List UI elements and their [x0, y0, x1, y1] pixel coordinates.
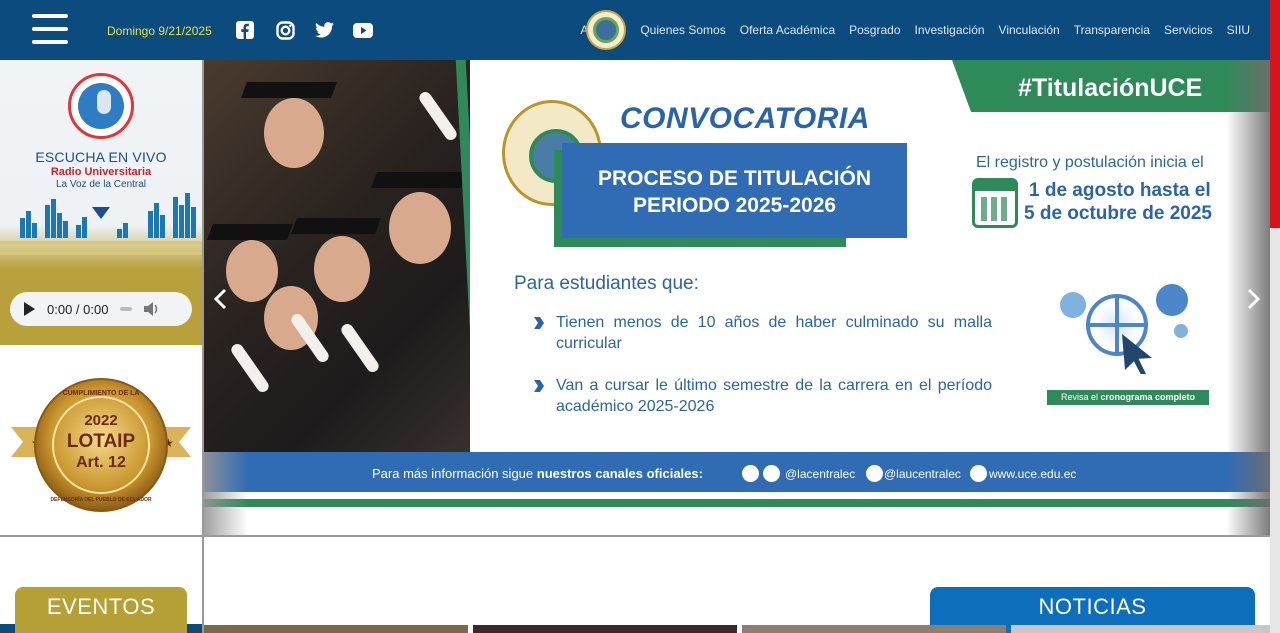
current-date: Domingo 9/21/2025 — [107, 24, 212, 38]
radio-universitaria-widget: ESCUCHA EN VIVO Radio Universitaria La V… — [0, 60, 202, 345]
news-thumbnail[interactable] — [742, 625, 1006, 633]
facebook-icon[interactable] — [235, 20, 255, 40]
nav-quienes-somos[interactable]: Quienes Somos — [640, 23, 725, 37]
x-icon — [763, 465, 780, 482]
carousel-next-chevron-icon[interactable] — [1244, 284, 1264, 314]
twitter-icon[interactable] — [314, 20, 334, 40]
calendar-icon — [972, 178, 1018, 228]
news-thumbnail[interactable] — [1011, 625, 1270, 633]
instagram-icon[interactable] — [275, 20, 295, 40]
scrollbar-thumb[interactable] — [1270, 0, 1280, 228]
lotaip-badge-panel: ★ ★ 2022 LOTAIP Art. 12 CUMPLIMIENTO DE … — [0, 345, 202, 536]
page-scrollbar[interactable] — [1270, 0, 1280, 633]
eventos-tab[interactable]: EVENTOS — [15, 587, 187, 633]
globe-cursor-illustration — [1056, 284, 1196, 384]
slide-hashtag: #TitulaciónUCE — [1018, 74, 1203, 102]
web-icon — [970, 465, 987, 482]
play-icon[interactable] — [24, 302, 35, 316]
uce-seal-icon — [586, 10, 627, 50]
globe-icon — [1086, 294, 1148, 356]
slide-title: CONVOCATORIA — [620, 102, 870, 135]
section-divider — [0, 535, 1270, 537]
nav-posgrado[interactable]: Posgrado — [849, 23, 900, 37]
volume-icon[interactable] — [144, 302, 160, 316]
process-line-1: PROCESO DE TITULACIÓN — [597, 167, 871, 190]
handle-instagram: @laucentralec — [884, 467, 961, 481]
lotaip-badge-icon[interactable]: ★ ★ 2022 LOTAIP Art. 12 CUMPLIMIENTO DE … — [11, 375, 191, 515]
date-line-2: 5 de octubre de 2025 — [1024, 203, 1212, 224]
news-thumbnail[interactable] — [204, 625, 468, 633]
nav-investigacion[interactable]: Investigación — [915, 23, 985, 37]
nav-oferta-academica[interactable]: Oferta Académica — [740, 23, 835, 37]
cloud-icon — [1156, 284, 1188, 316]
hamburger-menu-icon[interactable] — [32, 14, 68, 44]
radio-live-title: ESCUCHA EN VIVO — [35, 149, 167, 165]
date-line-1: 1 de agosto hasta el — [1029, 180, 1211, 201]
website-text: www.uce.edu.ec — [989, 467, 1077, 481]
graduates-photo — [204, 60, 490, 452]
instagram-icon — [866, 465, 883, 482]
radio-tagline: La Voz de la Central — [55, 179, 147, 190]
facebook-icon — [742, 465, 759, 482]
hero-carousel: #TitulaciónUCE CONVOCATORIA PROCESO DE T… — [204, 60, 1270, 536]
bullet-item-2: Van a cursar le último semestre de la ca… — [556, 377, 992, 415]
microphone-icon — [68, 73, 134, 139]
handle-x: @lacentralec — [785, 467, 856, 481]
radio-name: Radio Universitaria — [50, 166, 152, 178]
nav-servicios[interactable]: Servicios — [1164, 23, 1213, 37]
university-logo[interactable]: A — [580, 10, 628, 50]
svg-text:LOTAIP: LOTAIP — [67, 431, 136, 452]
nav-siiu[interactable]: SIIU — [1227, 23, 1250, 37]
player-time: 0:00 / 0:00 — [47, 301, 109, 317]
info-bar — [204, 452, 1270, 492]
carousel-prev-chevron-icon[interactable] — [210, 284, 230, 314]
bottom-stripe — [204, 499, 1270, 507]
bullet-item-1: Tienen menos de 10 años de haber culmina… — [556, 314, 992, 352]
progress-bar[interactable] — [120, 307, 133, 311]
equalizer-graphic — [0, 193, 202, 255]
nav-vinculacion[interactable]: Vinculación — [999, 23, 1060, 37]
slide-fade-left — [204, 452, 248, 536]
audio-player: 0:00 / 0:00 — [10, 292, 192, 326]
top-navigation-bar: Domingo 9/21/2025 A Quienes Somos Oferta… — [0, 0, 1280, 60]
lotaip-ring-top: CUMPLIMIENTO DE LA — [63, 390, 140, 397]
cronograma-link[interactable]: Revisa el cronograma completo — [1047, 390, 1209, 405]
youtube-icon[interactable] — [353, 20, 373, 40]
news-thumbnail[interactable] — [473, 625, 737, 633]
nav-transparencia[interactable]: Transparencia — [1074, 23, 1150, 37]
lotaip-ring-bottom: DEFENSORÍA DEL PUEBLO DE ECUADOR — [50, 495, 152, 503]
info-text: Para más información sigue nuestros cana… — [372, 466, 703, 481]
registration-text: El registro y postulación inicia el — [976, 154, 1204, 171]
students-heading: Para estudiantes que: — [514, 273, 699, 294]
svg-text:Art. 12: Art. 12 — [76, 454, 126, 471]
process-line-2: PERIODO 2025-2026 — [632, 194, 837, 217]
svg-text:2022: 2022 — [84, 412, 117, 429]
main-nav: A Quienes Somos Oferta Académica Posgrad… — [580, 0, 1250, 60]
